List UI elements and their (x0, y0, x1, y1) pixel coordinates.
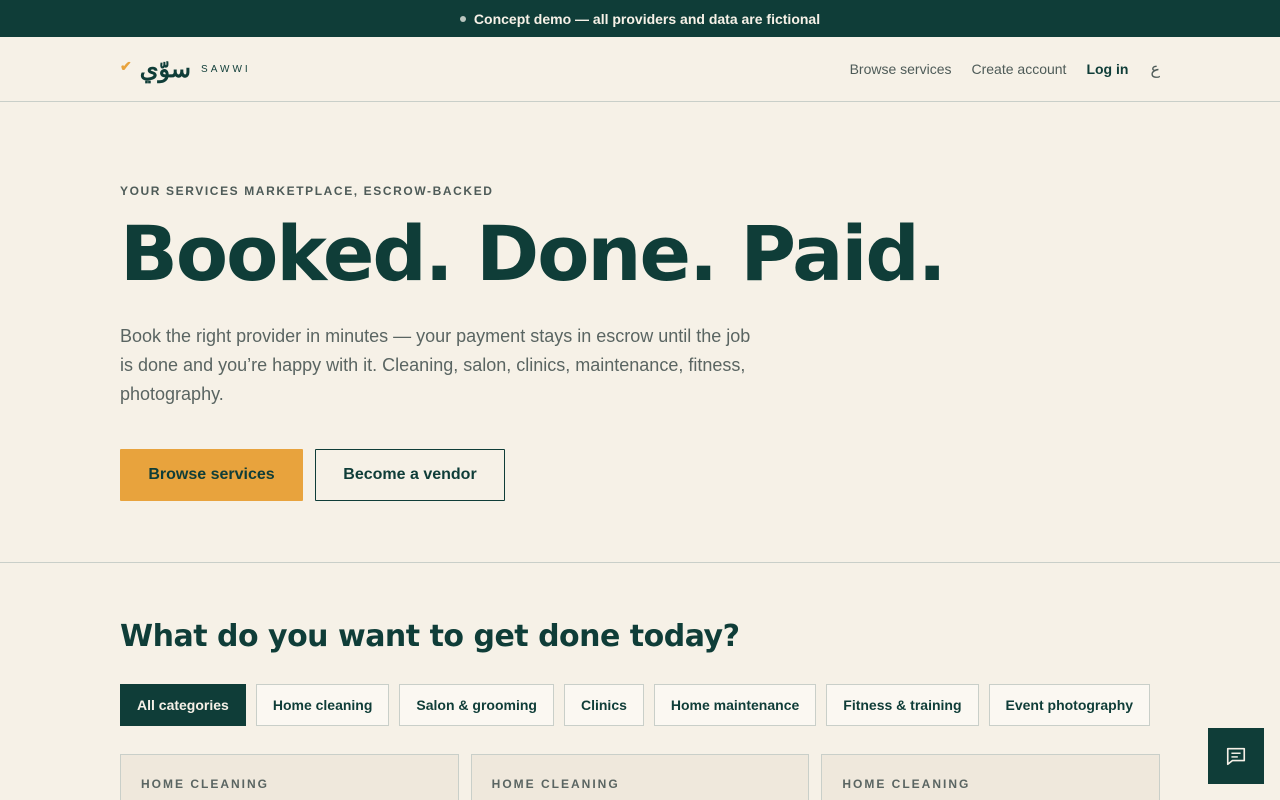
hero-headline: Booked. Done. Paid. (120, 209, 947, 298)
hero-lede: Book the right provider in minutes — you… (120, 326, 751, 404)
chip-clinics[interactable]: Clinics (563, 684, 644, 726)
browse-services-button[interactable]: Browse services (120, 449, 303, 501)
category-section: What do you want to get done today? All … (0, 563, 1280, 800)
service-cards: HOME CLEANING HOME CLEANING HOME CLEANIN… (120, 754, 1161, 800)
nav-login-link[interactable]: Log in (1086, 61, 1128, 77)
language-toggle[interactable]: ع (1150, 59, 1160, 79)
double-check-icon: ✔ (120, 58, 132, 74)
category-filter-chips: All categories Home cleaning Salon & gro… (120, 684, 1160, 726)
chip-salon-grooming[interactable]: Salon & grooming (399, 684, 554, 726)
service-card[interactable]: HOME CLEANING (470, 754, 810, 800)
chat-bubble-icon (1226, 747, 1246, 766)
service-card[interactable]: HOME CLEANING (821, 754, 1161, 800)
hero-cta-group: Browse services Become a vendor (120, 449, 1160, 501)
hero-eyebrow: YOUR SERVICES MARKETPLACE, ESCROW-BACKED (120, 184, 494, 198)
chat-button[interactable] (1208, 728, 1264, 784)
brand-arabic-wordmark: سوّي (139, 54, 192, 83)
nav-create-account-link[interactable]: Create account (972, 61, 1067, 77)
nav-links: Browse services Create account Log in ع (850, 59, 1160, 79)
category-heading: What do you want to get done today? (120, 619, 740, 654)
service-card-category: HOME CLEANING (491, 777, 620, 791)
hero-section: YOUR SERVICES MARKETPLACE, ESCROW-BACKED… (0, 102, 1280, 563)
brand-latin-wordmark: SAWWI (201, 63, 251, 75)
chip-event-photography[interactable]: Event photography (988, 684, 1151, 726)
service-card[interactable]: HOME CLEANING (120, 754, 459, 800)
chip-home-cleaning[interactable]: Home cleaning (255, 684, 390, 726)
brand-logo[interactable]: ✔ سوّي SAWWI (120, 57, 251, 81)
nav-browse-services-link[interactable]: Browse services (850, 61, 952, 77)
chip-fitness-training[interactable]: Fitness & training (826, 684, 979, 726)
demo-banner: Concept demo — all providers and data ar… (0, 0, 1280, 37)
chip-home-maintenance[interactable]: Home maintenance (653, 684, 817, 726)
service-card-category: HOME CLEANING (141, 777, 269, 791)
chip-all-categories[interactable]: All categories (120, 684, 246, 726)
service-card-category: HOME CLEANING (842, 777, 971, 791)
top-nav: ✔ سوّي SAWWI Browse services Create acco… (0, 37, 1280, 102)
become-vendor-button[interactable]: Become a vendor (315, 449, 505, 501)
banner-dot-icon (459, 15, 466, 22)
banner-text: Concept demo — all providers and data ar… (473, 10, 821, 27)
